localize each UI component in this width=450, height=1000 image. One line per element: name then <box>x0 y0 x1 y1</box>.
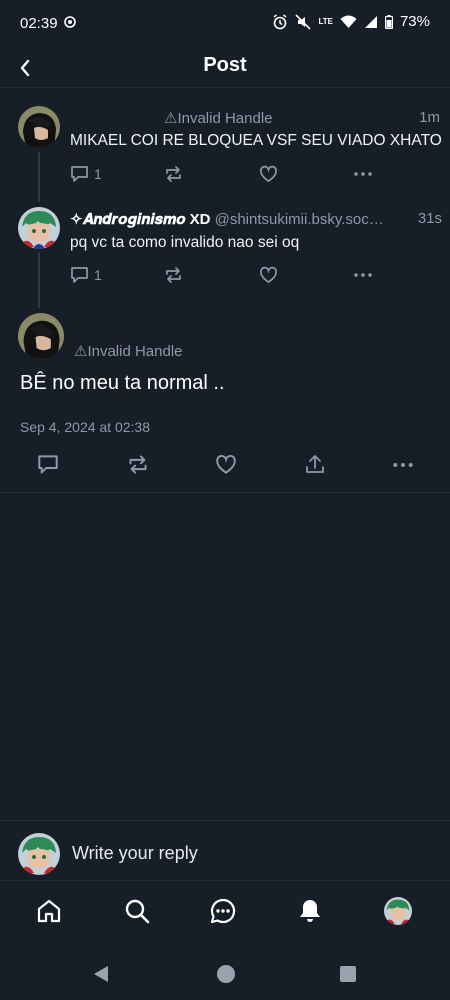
status-bar: 02:39 LTE 73% <box>0 0 450 48</box>
bottom-tab-bar <box>0 880 450 940</box>
notification-icon <box>64 16 76 28</box>
tab-search[interactable] <box>122 896 152 926</box>
comment-icon <box>71 166 88 182</box>
wifi-icon <box>340 15 357 29</box>
tab-profile[interactable] <box>383 896 413 926</box>
avatar[interactable] <box>18 313 64 359</box>
reply-bar[interactable]: Write your reply <box>0 820 450 880</box>
page-title: Post <box>203 54 247 76</box>
like-button[interactable] <box>215 454 237 475</box>
circle-home-icon <box>217 965 235 983</box>
more-button[interactable] <box>353 165 373 183</box>
comment-icon <box>38 455 58 474</box>
reply-button[interactable]: 1 <box>70 266 102 284</box>
home-icon <box>37 899 61 923</box>
nav-back-button[interactable] <box>92 964 110 984</box>
reply-count: 1 <box>94 267 102 283</box>
post-handle[interactable]: ⚠Invalid Handle <box>74 342 183 360</box>
network-label: LTE <box>318 16 333 26</box>
repost-button[interactable] <box>164 165 183 183</box>
heart-icon <box>260 266 277 283</box>
post-handle[interactable]: @shintsukimii.bsky.soc… <box>215 211 384 228</box>
tab-notifications[interactable] <box>295 896 325 926</box>
post-handle[interactable]: ⚠Invalid Handle <box>164 109 273 127</box>
more-horizontal-icon <box>354 172 372 176</box>
share-icon <box>306 455 324 473</box>
avatar[interactable] <box>18 106 60 148</box>
reply-input[interactable]: Write your reply <box>72 843 198 864</box>
repost-button[interactable] <box>127 454 149 475</box>
comment-icon <box>71 267 88 283</box>
bell-icon <box>300 900 320 922</box>
avatar <box>18 833 60 875</box>
more-horizontal-icon <box>393 463 413 467</box>
repost-icon <box>166 267 181 283</box>
reply-button[interactable]: 1 <box>70 165 102 183</box>
post-time: 31s <box>413 210 442 227</box>
mute-icon <box>295 13 312 30</box>
divider <box>0 492 450 493</box>
post-date: Sep 4, 2024 at 02:38 <box>20 419 150 435</box>
share-button[interactable] <box>304 453 326 475</box>
post-text: pq vc ta como invalido nao sei oq <box>70 234 300 251</box>
alarm-icon <box>272 13 288 30</box>
signal-icon <box>364 15 378 29</box>
more-button[interactable] <box>353 266 373 284</box>
display-name[interactable]: ✧𝑨𝒏𝒅𝒓𝒐𝒈𝒊𝒏𝒊𝒔𝒎𝒐 XD <box>70 211 210 228</box>
tab-messages[interactable] <box>208 896 238 926</box>
thread-line <box>38 152 40 202</box>
avatar <box>384 897 412 925</box>
battery-percent: 73% <box>399 13 430 30</box>
reply-count: 1 <box>94 166 102 182</box>
post-text: BÊ no meu ta normal .. <box>20 372 225 394</box>
nav-home-button[interactable] <box>216 964 236 984</box>
reply-button[interactable] <box>37 454 59 475</box>
nav-recents-button[interactable] <box>339 965 357 983</box>
thread-line <box>38 252 40 308</box>
heart-icon <box>260 165 277 182</box>
heart-icon <box>216 455 236 474</box>
repost-button[interactable] <box>164 266 183 284</box>
status-time: 02:39 <box>20 15 58 32</box>
app-header: Post <box>0 48 450 88</box>
more-button[interactable] <box>392 455 414 475</box>
battery-icon <box>384 14 393 29</box>
repost-icon <box>166 166 181 182</box>
triangle-back-icon <box>94 966 108 982</box>
system-nav-bar <box>0 940 450 1000</box>
search-icon <box>125 899 150 924</box>
post-text: MIKAEL COI RE BLOQUEA VSF SEU VIADO XHAT… <box>70 132 442 149</box>
like-button[interactable] <box>259 266 278 284</box>
like-button[interactable] <box>259 165 278 183</box>
tab-home[interactable] <box>34 896 64 926</box>
square-recents-icon <box>340 966 356 982</box>
repost-icon <box>129 455 147 474</box>
post-time: 1m <box>419 109 440 126</box>
avatar[interactable] <box>18 207 60 249</box>
more-horizontal-icon <box>354 273 372 277</box>
chat-icon <box>210 898 236 924</box>
post-author[interactable]: ✧𝑨𝒏𝒅𝒓𝒐𝒈𝒊𝒏𝒊𝒔𝒎𝒐 XD @shintsukimii.bsky.soc… <box>70 210 384 228</box>
